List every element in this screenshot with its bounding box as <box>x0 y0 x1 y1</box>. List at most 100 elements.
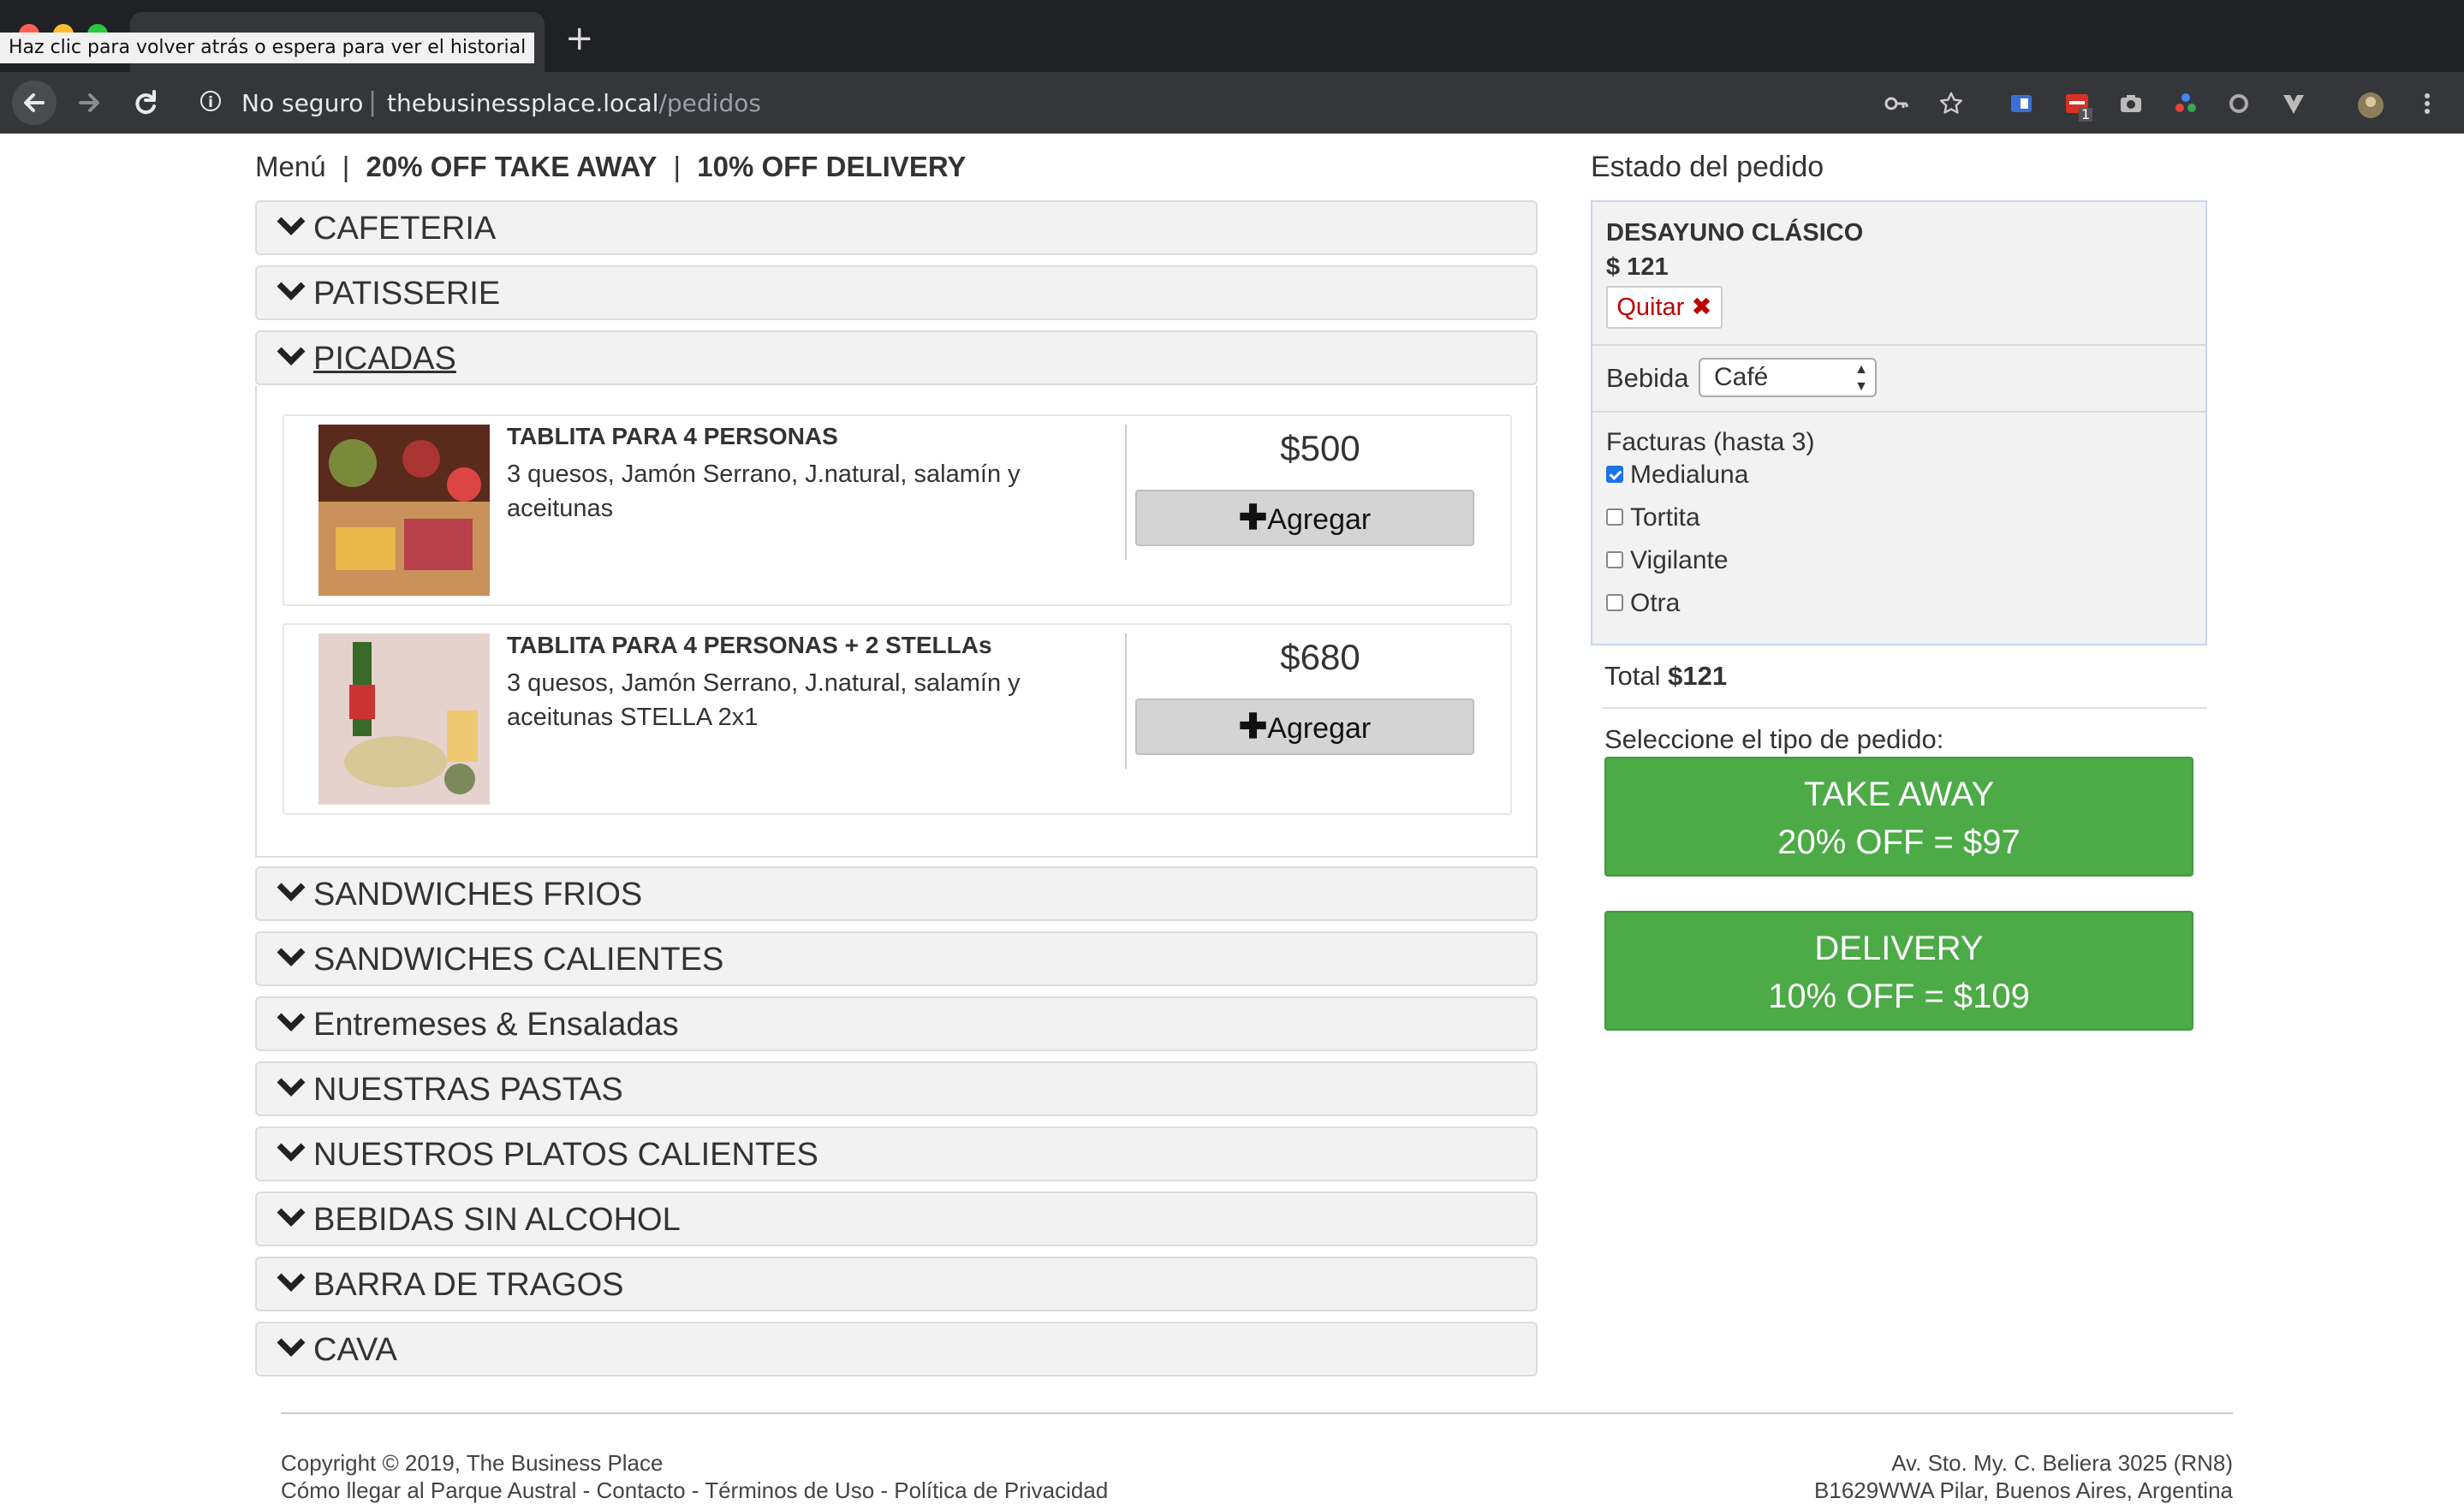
footer-address-line2: B1629WWA Pilar, Buenos Aires, Argentina <box>1814 1477 2233 1503</box>
checkbox-checked[interactable] <box>1606 466 1623 484</box>
pastry-label: Vigilante <box>1630 546 1729 574</box>
add-label: Agregar <box>1267 712 1372 745</box>
reload-button[interactable] <box>123 80 168 125</box>
pastry-option-medialuna[interactable]: Medialuna <box>1606 461 1748 495</box>
plus-icon: ✚ <box>1238 499 1268 537</box>
google-extension-icon[interactable] <box>2173 91 2199 116</box>
chevron-down-icon <box>277 217 306 235</box>
takeaway-title: TAKE AWAY <box>1803 776 1995 813</box>
category-sandwiches-frios[interactable]: SANDWICHES FRIOS <box>255 866 1538 921</box>
remove-button[interactable]: Quitar ✖ <box>1606 286 1723 329</box>
category-label: PATISSERIE <box>313 276 501 312</box>
pastries-label: Facturas (hasta 3) <box>1606 428 1815 456</box>
category-label: Entremeses & Ensaladas <box>313 1007 679 1043</box>
translate-extension-icon[interactable] <box>2009 91 2034 116</box>
product-price: $500 <box>1280 428 1360 468</box>
add-button[interactable]: ✚Agregar <box>1135 698 1474 755</box>
pastry-label: Tortita <box>1630 503 1700 532</box>
back-button[interactable] <box>12 80 57 125</box>
footer-links[interactable]: Cómo llegar al Parque Austral - Contacto… <box>281 1477 1108 1504</box>
checkbox[interactable] <box>1606 508 1623 526</box>
order-item-panel: DESAYUNO CLÁSICO $ 121 Quitar ✖ Bebida C… <box>1591 200 2207 645</box>
arrow-right-icon <box>79 93 99 112</box>
chevron-down-icon <box>277 1208 306 1227</box>
star-icon[interactable] <box>1938 91 1964 116</box>
divider <box>1125 425 1127 560</box>
total-label: Total <box>1604 661 1661 691</box>
category-bebidas[interactable]: BEBIDAS SIN ALCOHOL <box>255 1192 1538 1246</box>
category-barra-tragos[interactable]: BARRA DE TRAGOS <box>255 1257 1538 1311</box>
info-icon[interactable]: i <box>200 91 221 111</box>
add-label: Agregar <box>1267 503 1372 536</box>
chevron-down-icon <box>277 1273 306 1292</box>
reload-icon <box>135 90 156 115</box>
select-arrows-icon: ▲ ▼ <box>1854 362 1868 394</box>
camera-extension-icon[interactable] <box>2118 91 2144 116</box>
product-card: TABLITA PARA 4 PERSONAS + 2 STELLAs 3 qu… <box>283 623 1512 815</box>
vue-extension-icon[interactable] <box>2281 91 2306 116</box>
category-platos-calientes[interactable]: NUESTROS PLATOS CALIENTES <box>255 1127 1538 1181</box>
product-image <box>318 633 490 805</box>
chevron-down-icon <box>277 1078 306 1097</box>
order-title: Estado del pedido <box>1591 151 1824 183</box>
chevron-down-icon <box>277 1013 306 1031</box>
pastry-label: Medialuna <box>1630 461 1749 489</box>
menu-header: Menú | 20% OFF TAKE AWAY | 10% OFF DELIV… <box>255 151 966 183</box>
promo-delivery: 10% OFF DELIVERY <box>697 151 967 182</box>
key-icon[interactable] <box>1884 91 1909 116</box>
chevron-down-icon <box>277 1338 306 1357</box>
chevron-down-icon <box>277 883 306 901</box>
chevron-down-icon <box>277 948 306 966</box>
footer-copyright: Copyright © 2019, The Business Place <box>281 1450 664 1476</box>
checkbox[interactable] <box>1606 551 1623 569</box>
category-label: SANDWICHES CALIENTES <box>313 942 724 978</box>
category-pastas[interactable]: NUESTRAS PASTAS <box>255 1061 1538 1116</box>
browser-tab-bar: ✕ Haz clic para volver atrás o espera pa… <box>0 0 2464 72</box>
security-label: No seguro <box>241 89 364 117</box>
category-picadas[interactable]: PICADAS <box>255 330 1538 385</box>
extension-badge: 1 <box>2079 108 2093 122</box>
product-description: 3 quesos, Jamón Serrano, J.natural, sala… <box>507 669 1021 731</box>
forward-button[interactable] <box>67 80 111 125</box>
product-image <box>318 425 490 596</box>
category-label: PICADAS <box>313 341 456 377</box>
pastry-option-tortita[interactable]: Tortita <box>1606 503 1700 538</box>
divider <box>1603 707 2207 709</box>
delivery-price: 10% OFF = $109 <box>1768 978 2030 1015</box>
new-tab-button[interactable]: + <box>565 19 594 58</box>
sync-extension-icon[interactable] <box>2226 91 2252 116</box>
promo-takeaway: 20% OFF TAKE AWAY <box>366 151 658 182</box>
separator: | <box>673 151 681 182</box>
order-item-name: DESAYUNO CLÁSICO <box>1606 219 1864 247</box>
total-value: $121 <box>1668 661 1728 691</box>
url-text[interactable]: thebusinessplace.local/pedidos <box>387 89 761 117</box>
url-host: thebusinessplace.local <box>387 89 659 117</box>
category-patisserie[interactable]: PATISSERIE <box>255 265 1538 320</box>
category-cafeteria[interactable]: CAFETERIA <box>255 200 1538 255</box>
menu-title: Menú <box>255 151 326 182</box>
menu-dots-icon[interactable] <box>2414 91 2440 116</box>
arrow-left-icon <box>24 93 45 112</box>
remove-label: Quitar <box>1616 294 1685 321</box>
pastry-option-otra[interactable]: Otra <box>1606 589 1680 623</box>
category-cava[interactable]: CAVA <box>255 1322 1538 1376</box>
category-entremeses[interactable]: Entremeses & Ensaladas <box>255 996 1538 1051</box>
avatar[interactable] <box>2356 91 2384 118</box>
product-price: $680 <box>1280 637 1360 677</box>
drink-value: Café <box>1714 363 1769 391</box>
divider <box>1592 344 2205 346</box>
pastry-option-vigilante[interactable]: Vigilante <box>1606 546 1729 580</box>
add-button[interactable]: ✚Agregar <box>1135 490 1474 546</box>
footer-divider <box>281 1412 2233 1414</box>
drink-select[interactable]: Café ▲ ▼ <box>1699 358 1877 397</box>
browser-toolbar: i No seguro | thebusinessplace.local/ped… <box>0 72 2464 134</box>
takeaway-button[interactable]: TAKE AWAY 20% OFF = $97 <box>1604 757 2193 877</box>
chevron-down-icon <box>277 282 306 300</box>
delivery-button[interactable]: DELIVERY 10% OFF = $109 <box>1604 911 2193 1031</box>
category-sandwiches-calientes[interactable]: SANDWICHES CALIENTES <box>255 931 1538 986</box>
address-bar[interactable]: i No seguro | thebusinessplace.local/ped… <box>182 79 1894 127</box>
checkbox[interactable] <box>1606 594 1623 612</box>
calendar-extension-icon[interactable]: 1 <box>2063 91 2093 122</box>
category-label: SANDWICHES FRIOS <box>313 877 643 913</box>
product-description: 3 quesos, Jamón Serrano, J.natural, sala… <box>507 461 1021 522</box>
